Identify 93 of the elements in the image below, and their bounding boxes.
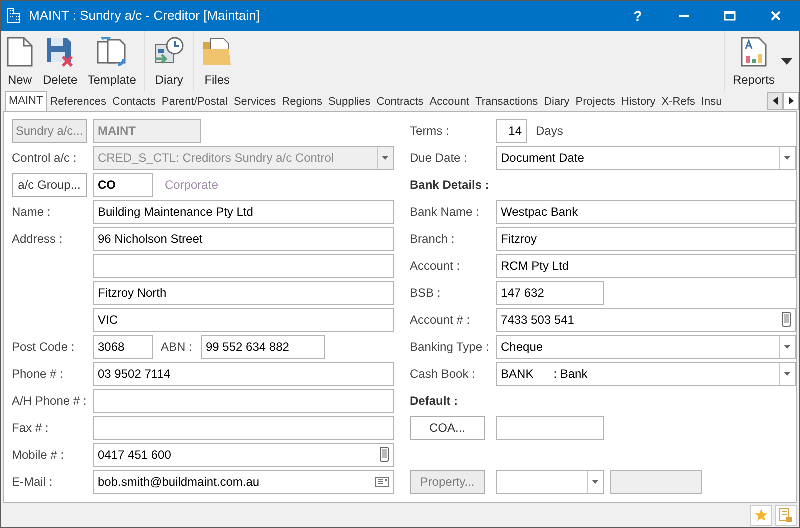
toolbar-button[interactable]: Files [198,33,236,89]
field-label: Cash Book : [410,366,476,382]
tab[interactable]: Transactions [472,93,542,111]
caret-icon[interactable] [784,344,791,348]
unit-label: Days [536,122,564,140]
text-field[interactable]: 03 9502 7114 [93,362,394,386]
text-field[interactable]: bob.smith@buildmaint.com.au [93,470,394,494]
form-button[interactable]: COA... [410,416,486,440]
scroll-right-button[interactable] [783,92,799,110]
text-field[interactable]: 147 632 [496,280,604,304]
text-field[interactable]: Westpac Bank [496,200,796,224]
tab[interactable]: Parent/Postal [158,93,231,111]
tab[interactable]: Services [230,93,280,111]
maximize-icon[interactable] [724,11,736,21]
field-label: Phone # : [12,366,64,382]
text-field[interactable] [610,470,702,494]
template-documents-icon [96,37,128,67]
text-field[interactable]: 14 [496,118,528,142]
field-label: Post Code : [12,338,76,356]
form-button[interactable]: a/c Group... [12,172,87,196]
star-icon[interactable] [754,508,768,522]
new-document-icon [7,37,33,67]
tab[interactable]: Diary [541,93,573,111]
dropdown[interactable]: Cheque [496,334,796,358]
tab[interactable]: History [618,93,659,111]
field-label: Banking Type : [410,338,490,356]
field-label: ABN : [160,338,194,356]
text-field[interactable] [496,416,604,440]
group-description: Corporate [165,176,218,194]
field-label: E-Mail : [12,474,54,490]
caret-icon[interactable] [784,372,791,376]
field-label: Control a/c : [12,150,78,166]
caret-icon[interactable] [784,156,791,160]
text-field[interactable]: Fitzroy [496,226,796,250]
tab[interactable]: Regions [279,93,326,111]
floppy-disk-delete-icon [46,37,74,67]
text-field[interactable]: 96 Nicholson Street [93,226,394,250]
report-chart-icon [740,37,767,67]
text-field[interactable] [93,416,394,440]
text-field[interactable]: RCM Pty Ltd [496,254,796,278]
window-title: MAINT : Sundry a/c - Creditor [Maintain] [29,7,260,26]
right-arrow-icon[interactable] [788,97,794,105]
mobile-phone-icon[interactable] [380,447,390,462]
field-label: Due Date : [410,150,468,166]
toolbar-button[interactable]: Delete [39,33,82,89]
text-field[interactable]: Fitzroy North [93,280,394,304]
field-label: Bank Name : [410,204,480,220]
text-field[interactable] [93,254,394,278]
tab[interactable]: Projects [572,93,619,111]
tab[interactable]: References [47,93,110,111]
field-label: Account : [410,258,462,274]
mobile-phone-icon[interactable] [782,312,791,327]
text-field[interactable] [93,388,394,412]
tab[interactable]: Insu [698,93,726,111]
building-icon [7,8,21,24]
text-field[interactable]: 0417 451 600 [93,442,394,466]
field-label: BSB : [410,284,442,302]
folder-icon [202,37,232,67]
text-field[interactable]: VIC [93,308,394,332]
field-label: Default : [410,392,458,410]
left-arrow-icon[interactable] [772,97,778,105]
field-label: Bank Details : [410,176,490,194]
tab[interactable]: Supplies [326,93,374,111]
text-field[interactable]: CO [93,172,153,196]
contact-card-icon[interactable] [375,476,390,486]
toolbar-button[interactable]: Reports [728,33,779,89]
toolbar-button[interactable]: Template [84,33,140,89]
field-label: Name : [12,204,52,220]
dropdown-arrow-icon[interactable] [781,58,793,64]
help-button[interactable]: ? [615,1,661,31]
field-label: Mobile # : [12,446,66,464]
caret-icon[interactable] [592,480,600,484]
tab[interactable]: X-Refs [658,93,698,111]
field-label: Fax # : [12,420,50,436]
text-field[interactable]: 99 552 634 882 [201,334,325,358]
close-icon[interactable] [771,11,781,21]
toolbar-button[interactable]: New [3,33,37,89]
dropdown[interactable]: Document Date [496,146,796,170]
scroll-left-button[interactable] [767,92,783,110]
tab[interactable]: MAINT [5,91,48,111]
text-field[interactable]: Building Maintenance Pty Ltd [93,200,394,224]
toolbar-button[interactable]: Diary [149,33,190,89]
field-label: Terms : [410,122,450,140]
text-field[interactable]: 3068 [93,334,153,358]
tab[interactable]: Contracts [374,93,427,111]
tab[interactable]: Contacts [110,93,159,111]
text-field[interactable]: 7433 503 541 [496,308,796,332]
dropdown[interactable]: BANK : Bank [496,362,796,386]
field-label: Account # : [410,312,472,328]
field-label: Address : [12,230,64,248]
field-label: Branch : [410,230,456,248]
tab[interactable]: Account [426,93,473,111]
field-label: A/H Phone # : [12,392,88,410]
